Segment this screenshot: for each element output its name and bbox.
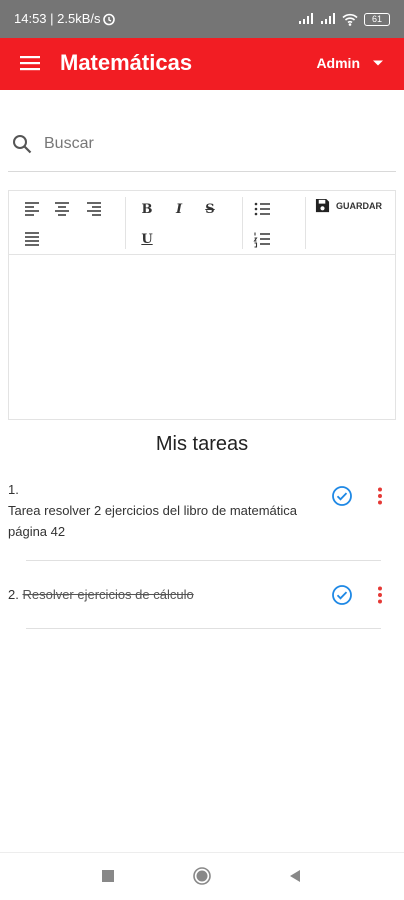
editor-toolbar: B I S U GUARDAR [9, 191, 395, 255]
divider [26, 560, 381, 561]
strikethrough-button[interactable]: S [200, 199, 220, 219]
underline-button[interactable]: U [137, 229, 157, 249]
align-center-icon[interactable] [52, 199, 72, 219]
status-bar: 14:53 | 2.5kB/s 61 [0, 0, 404, 38]
recent-apps-icon[interactable] [99, 867, 117, 885]
user-menu[interactable]: Admin [316, 55, 384, 71]
align-justify-icon[interactable] [22, 229, 42, 249]
menu-icon[interactable] [20, 55, 40, 71]
page-title: Matemáticas [60, 50, 193, 75]
app-bar: Matemáticas Admin [0, 38, 404, 90]
caret-down-icon[interactable] [372, 59, 384, 67]
align-right-icon[interactable] [84, 199, 104, 219]
save-icon [315, 198, 330, 213]
status-text: 14:53 | 2.5kB/s [14, 11, 101, 26]
task-text: 2. Resolver ejercicios de cálculo [8, 584, 308, 605]
task-label: Tarea resolver 2 ejercicios del libro de… [8, 503, 298, 539]
numbered-list-icon[interactable] [252, 229, 272, 249]
task-number: 1. [8, 482, 19, 497]
italic-button[interactable]: I [169, 199, 189, 219]
check-circle-icon[interactable] [331, 485, 353, 507]
bullet-list-icon[interactable] [252, 199, 272, 219]
signal-icon [299, 13, 313, 24]
task-label: Resolver ejercicios de cálculo [22, 587, 194, 602]
tasks-heading: Mis tareas [155, 433, 249, 455]
task-number: 2. [8, 587, 19, 602]
battery-icon: 61 [364, 12, 390, 26]
user-name[interactable]: Admin [316, 55, 360, 71]
wifi-icon [342, 13, 358, 26]
task-text: 1. Tarea resolver 2 ejercicios del libro… [8, 479, 308, 542]
system-nav-bar [0, 852, 404, 900]
search-input[interactable] [44, 132, 384, 156]
search-bar [8, 124, 396, 172]
search-icon [13, 135, 32, 154]
bold-button[interactable]: B [137, 199, 157, 219]
editor-content-area[interactable] [9, 255, 395, 419]
signal-icon [321, 13, 335, 24]
save-button[interactable]: GUARDAR [315, 198, 382, 213]
divider [26, 628, 381, 629]
text-editor: B I S U GUARDAR [8, 190, 396, 420]
save-button-label[interactable]: GUARDAR [336, 201, 382, 211]
more-vert-icon[interactable] [377, 586, 383, 604]
back-icon[interactable] [286, 867, 304, 885]
alarm-icon [103, 13, 115, 26]
more-vert-icon[interactable] [377, 487, 383, 505]
home-icon[interactable] [193, 867, 211, 885]
align-left-icon[interactable] [22, 199, 42, 219]
check-circle-icon[interactable] [331, 584, 353, 606]
